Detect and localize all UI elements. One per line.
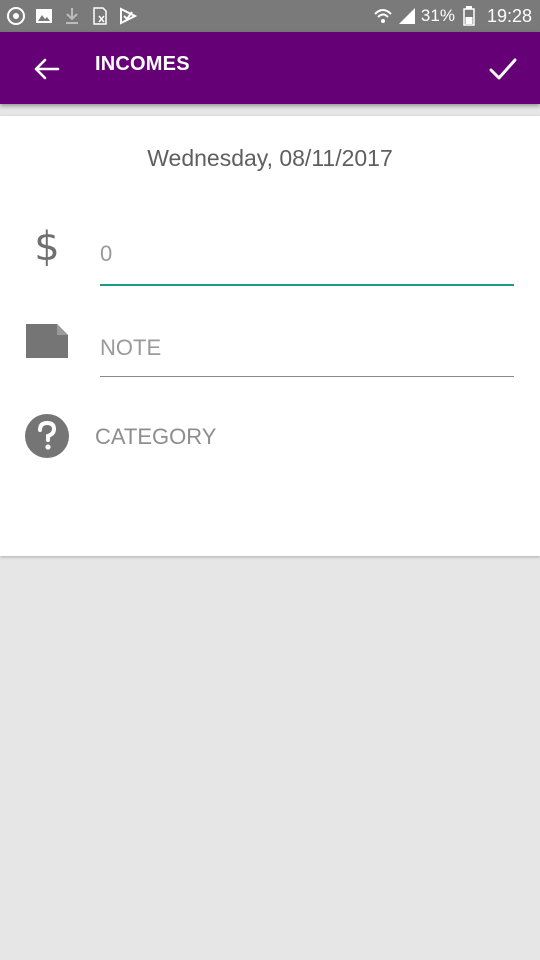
image-icon — [34, 6, 54, 26]
clock: 19:28 — [486, 5, 532, 26]
date-label[interactable]: Wednesday, 08/11/2017 — [0, 145, 540, 172]
status-bar: 31% 19:28 — [0, 0, 540, 32]
page-title: INCOMES — [95, 53, 190, 75]
app-bar: INCOMES — [0, 32, 540, 104]
checkmark-icon — [486, 58, 520, 90]
sim-icon — [90, 6, 110, 26]
note-input[interactable] — [100, 320, 514, 377]
arrow-left-icon — [30, 58, 64, 88]
signal-icon — [397, 6, 417, 26]
dollar-icon: $ — [34, 224, 60, 270]
category-selector[interactable]: CATEGORY — [95, 424, 216, 450]
note-icon — [24, 318, 70, 364]
download-icon — [62, 6, 82, 26]
battery-icon — [459, 6, 479, 26]
income-form-card: Wednesday, 08/11/2017 $ CATEGORY — [0, 116, 540, 556]
confirm-button[interactable] — [486, 52, 520, 86]
back-button[interactable] — [30, 54, 64, 84]
question-icon[interactable] — [24, 413, 70, 459]
eye-icon — [6, 6, 26, 26]
play-check-icon — [118, 6, 138, 26]
amount-input[interactable] — [100, 224, 514, 286]
battery-percentage: 31% — [420, 6, 455, 25]
system-indicators: 31% 19:28 — [373, 4, 532, 28]
notification-icons — [6, 6, 138, 26]
wifi-icon — [373, 6, 393, 26]
